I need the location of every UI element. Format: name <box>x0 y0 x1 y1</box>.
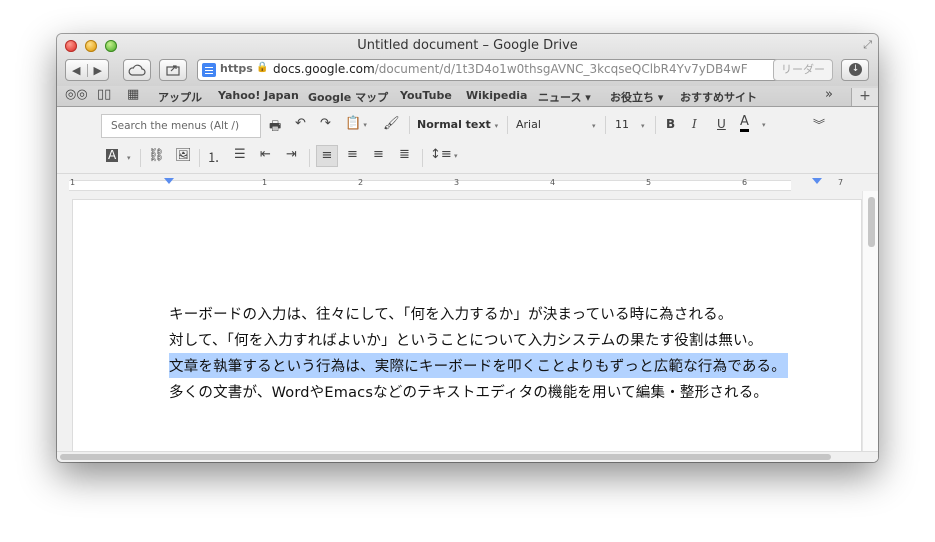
new-tab-button[interactable]: + <box>851 88 878 106</box>
document-line-selected[interactable]: 文章を執筆するという行為は、実際にキーボードを叩くことよりもずっと広範な行為であ… <box>169 353 788 378</box>
redo-icon[interactable]: ↷ <box>320 116 331 131</box>
docs-favicon-icon <box>202 63 216 77</box>
style-select[interactable]: Normal text ▾ <box>417 118 498 131</box>
browser-window: Untitled document – Google Drive ⤢ ◀ ▶ h… <box>57 34 878 462</box>
toolbar-separator <box>422 149 423 167</box>
font-value: Arial <box>516 118 541 131</box>
vertical-scrollbar[interactable] <box>862 191 878 462</box>
align-right-icon[interactable]: ≡ <box>373 147 384 162</box>
toolbar-separator <box>409 116 410 134</box>
bookmarks-book-icon[interactable]: ▯▯ <box>97 87 111 102</box>
text-color-caret-icon[interactable]: ▾ <box>762 121 766 129</box>
address-bar[interactable]: https 🔒 docs.google.com/document/d/1t3D4… <box>197 59 831 81</box>
url-text[interactable]: docs.google.com/document/d/1t3D4o1w0thsg… <box>273 62 748 76</box>
left-indent-marker[interactable] <box>164 178 174 184</box>
toolbar-separator <box>199 149 200 167</box>
bookmark-yahoo[interactable]: Yahoo! Japan <box>218 89 299 102</box>
share-icon <box>166 65 180 76</box>
document-line[interactable]: キーボードの入力は、往々にして、「何を入力するか」が決まっている時に為される。 <box>169 303 733 324</box>
bold-button[interactable]: B <box>666 117 675 131</box>
ruler-number: 3 <box>454 178 460 187</box>
underline-button[interactable]: U <box>717 117 726 131</box>
window-title: Untitled document – Google Drive <box>357 38 578 53</box>
ruler-number: 6 <box>742 178 748 187</box>
icloud-tabs-button[interactable] <box>123 59 151 81</box>
italic-button[interactable]: I <box>692 117 697 131</box>
style-value: Normal text <box>417 118 491 131</box>
document-line[interactable]: 多くの文書が、WordやEmacsなどのテキストエディタの機能を用いて編集・整形… <box>169 381 768 402</box>
back-forward-buttons[interactable]: ◀ ▶ <box>65 59 109 81</box>
paste-icon[interactable]: 📋 ▾ <box>345 116 367 131</box>
forward-icon[interactable]: ▶ <box>88 64 102 77</box>
ruler-number: 7 <box>838 178 844 187</box>
bookmark-wikipedia[interactable]: Wikipedia <box>466 89 527 102</box>
undo-icon[interactable]: ↶ <box>295 116 306 131</box>
line-spacing-icon[interactable]: ↕≡ ▾ <box>430 147 458 162</box>
reading-list-icon[interactable]: ◎◎ <box>65 87 88 102</box>
top-sites-grid-icon[interactable]: ▦ <box>127 87 139 102</box>
insert-image-icon[interactable]: 🖼 <box>175 148 192 163</box>
title-bar: Untitled document – Google Drive ⤢ ◀ ▶ h… <box>57 34 878 86</box>
document-page[interactable]: キーボードの入力は、往々にして、「何を入力するか」が決まっている時に為される。 … <box>73 200 861 462</box>
bookmark-useful[interactable]: お役立ち ▾ <box>610 89 663 105</box>
url-path: /document/d/1t3D4o1w0thsgAVNC_3kcqseQClb… <box>374 62 748 76</box>
decrease-indent-icon[interactable]: ⇤ <box>260 147 271 162</box>
bookmark-recommended[interactable]: おすすめサイト <box>680 89 757 105</box>
cloud-icon <box>128 64 146 76</box>
font-select[interactable]: Arial ▾ <box>516 118 596 131</box>
bulleted-list-icon[interactable]: ☰ <box>234 147 246 162</box>
right-indent-marker[interactable] <box>812 178 822 184</box>
lock-icon: 🔒 <box>256 62 269 73</box>
align-justify-icon[interactable]: ≣ <box>399 147 410 162</box>
ruler-band <box>69 180 791 191</box>
paint-format-icon[interactable]: 🖌 <box>383 116 400 131</box>
ruler-number: 1 <box>262 178 268 187</box>
align-left-icon[interactable]: ≡ <box>316 145 338 167</box>
ruler-number: 2 <box>358 178 364 187</box>
fullscreen-icon[interactable]: ⤢ <box>863 38 872 52</box>
back-icon[interactable]: ◀ <box>72 63 88 77</box>
toolbar-separator <box>309 149 310 167</box>
print-icon[interactable]: 🖶 <box>269 117 281 139</box>
ruler-number: 4 <box>550 178 556 187</box>
url-scheme: https <box>220 62 253 75</box>
numbered-list-icon[interactable]: ⒈ <box>207 147 220 166</box>
search-menus-input[interactable]: Search the menus (Alt /) <box>101 114 261 138</box>
font-size-value: 11 <box>615 118 629 131</box>
toolbar-separator <box>605 116 606 134</box>
download-arrow-icon: ↓ <box>849 63 862 76</box>
document-line[interactable]: 対して、「何を入力すればよいか」ということについて入力システムの果たす役割は無い… <box>169 329 762 350</box>
docs-editor: Search the menus (Alt /) 🖶 ↶ ↷ 📋 ▾ 🖌 Nor… <box>57 107 878 462</box>
highlight-caret-icon[interactable]: ▾ <box>127 154 131 162</box>
ruler-number: 5 <box>646 178 652 187</box>
align-center-icon[interactable]: ≡ <box>347 147 358 162</box>
downloads-button[interactable]: ↓ <box>841 59 869 81</box>
font-size-select[interactable]: 11 ▾ <box>615 118 645 131</box>
bookmark-google-maps[interactable]: Google マップ <box>308 89 388 105</box>
more-bookmarks-icon[interactable]: » <box>825 87 833 102</box>
horizontal-scroll-thumb[interactable] <box>60 454 831 460</box>
share-button[interactable] <box>159 59 187 81</box>
docs-toolbar-row1: Search the menus (Alt /) 🖶 ↶ ↷ 📋 ▾ 🖌 Nor… <box>57 107 878 143</box>
ruler[interactable]: 1 1 2 3 4 5 6 7 <box>57 177 878 191</box>
docs-toolbar-row2: A ▾ ⛓ 🖼 ⒈ ☰ ⇤ ⇥ ≡ ≡ ≡ ≣ ↕≡ ▾ <box>57 143 878 174</box>
increase-indent-icon[interactable]: ⇥ <box>286 147 297 162</box>
text-color-button[interactable]: A <box>740 115 749 132</box>
horizontal-scrollbar[interactable] <box>57 451 878 462</box>
url-host: docs.google.com <box>273 62 375 76</box>
highlight-color-icon[interactable]: A <box>106 149 119 162</box>
toolbar-separator <box>655 116 656 134</box>
link-icon[interactable]: ⛓ <box>148 148 165 163</box>
toolbar-separator <box>140 149 141 167</box>
reader-button[interactable]: リーダー <box>773 59 833 81</box>
toolbar-separator <box>507 116 508 134</box>
vertical-scroll-thumb[interactable] <box>868 197 875 247</box>
bookmarks-bar: ◎◎ ▯▯ ▦ アップル Yahoo! Japan Google マップ You… <box>57 86 878 107</box>
collapse-toolbar-icon[interactable]: ︾ <box>813 116 825 133</box>
bookmark-apple[interactable]: アップル <box>158 89 202 105</box>
ruler-number: 1 <box>70 178 76 187</box>
bookmark-news[interactable]: ニュース ▾ <box>538 89 591 105</box>
bookmark-youtube[interactable]: YouTube <box>400 89 452 102</box>
